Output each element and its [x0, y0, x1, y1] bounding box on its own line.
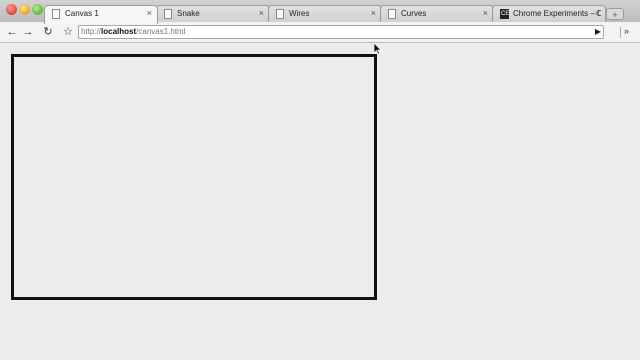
mouse-cursor-icon	[374, 43, 382, 55]
window-minimize-button[interactable]	[19, 4, 30, 15]
browser-toolbar: ← → ↻ ☆ http://localhost/canvas1.html ▶ …	[0, 22, 640, 43]
url-host: localhost	[101, 27, 137, 36]
tab-label: Chrome Experiments – Do	[513, 9, 601, 18]
tab-label: Canvas 1	[65, 9, 99, 18]
window-maximize-button[interactable]	[32, 4, 43, 15]
address-bar[interactable]: http://localhost/canvas1.html ▶	[78, 25, 604, 39]
go-icon[interactable]: ▶	[595, 27, 601, 37]
page-icon	[52, 9, 60, 19]
tab-label: Wires	[289, 9, 310, 18]
new-tab-button[interactable]: +	[606, 8, 624, 20]
tab-close-icon[interactable]: ×	[371, 8, 376, 19]
tab-strip: Canvas 1 × Snake × Wires × Curves × CE C…	[0, 0, 640, 24]
tab-close-icon[interactable]: ×	[259, 8, 264, 19]
page-icon	[164, 9, 172, 19]
tab-close-icon[interactable]: ×	[595, 8, 600, 19]
tab-wires[interactable]: Wires ×	[268, 5, 382, 23]
window-close-button[interactable]	[6, 4, 17, 15]
tab-snake[interactable]: Snake ×	[156, 5, 270, 23]
reload-icon[interactable]: ↻	[40, 24, 56, 40]
tab-curves[interactable]: Curves ×	[380, 5, 494, 23]
back-icon[interactable]: ←	[4, 24, 20, 40]
tab-chrome-experiments[interactable]: CE Chrome Experiments – Do ×	[492, 5, 606, 23]
canvas-element[interactable]	[11, 54, 377, 300]
page-icon	[388, 9, 396, 19]
chevron-more-icon[interactable]: »	[624, 26, 629, 36]
chrome-experiments-icon: CE	[500, 9, 510, 19]
toolbar-divider	[620, 27, 621, 38]
page-content	[0, 43, 640, 360]
url-path: /canvas1.html	[136, 27, 186, 36]
page-icon	[276, 9, 284, 19]
tab-close-icon[interactable]: ×	[147, 8, 152, 19]
url-scheme: http://	[81, 27, 102, 36]
tab-canvas-1[interactable]: Canvas 1 ×	[44, 5, 158, 24]
tab-label: Curves	[401, 9, 427, 18]
tab-label: Snake	[177, 9, 200, 18]
bookmark-star-icon[interactable]: ☆	[60, 24, 76, 40]
tab-close-icon[interactable]: ×	[483, 8, 488, 19]
forward-icon[interactable]: →	[20, 24, 36, 40]
